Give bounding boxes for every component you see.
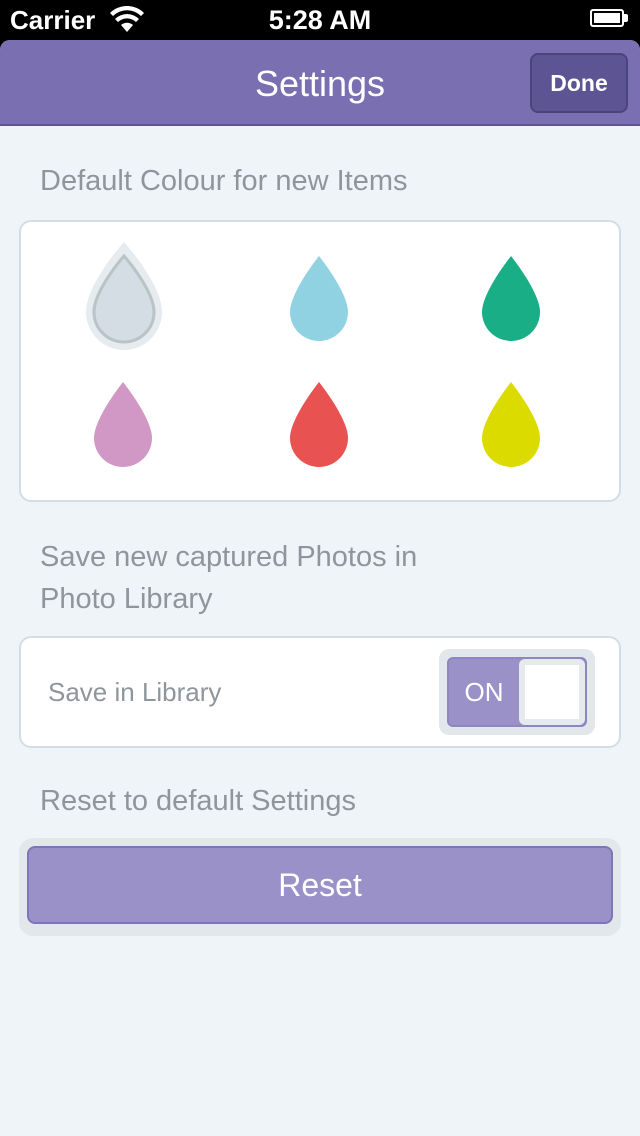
photo-section-header-line2: Photo Library xyxy=(40,583,213,615)
reset-button[interactable]: Reset xyxy=(27,846,613,924)
reset-button-container: Reset xyxy=(19,838,621,936)
photo-section-header: Save new captured Photos in Photo Librar… xyxy=(40,536,600,620)
toggle-track: ON xyxy=(447,657,587,727)
save-in-library-card: Save in Library ON xyxy=(19,636,621,748)
photo-section-header-line1: Save new captured Photos in xyxy=(40,541,418,573)
navigation-bar: Settings Done xyxy=(0,40,640,126)
swatch-pink-icon[interactable] xyxy=(92,380,154,470)
battery-icon xyxy=(590,9,630,29)
save-in-library-label: Save in Library xyxy=(48,677,222,707)
swatch-teal-icon[interactable] xyxy=(480,254,542,344)
colour-picker-card xyxy=(19,220,621,502)
toggle-state-label: ON xyxy=(464,677,504,707)
settings-screen: Settings Done Default Colour for new Ite… xyxy=(0,40,640,1136)
done-button[interactable]: Done xyxy=(530,53,628,113)
swatch-grey-icon[interactable] xyxy=(82,240,166,354)
swatch-light-blue-icon[interactable] xyxy=(288,254,350,344)
swatch-yellow-icon[interactable] xyxy=(480,380,542,470)
status-bar: Carrier 5:28 AM xyxy=(0,0,640,40)
status-time: 5:28 AM xyxy=(268,5,372,35)
reset-section-header: Reset to default Settings xyxy=(40,785,356,817)
colour-section-header: Default Colour for new Items xyxy=(40,165,408,197)
save-in-library-toggle[interactable]: ON xyxy=(439,649,595,735)
swatch-red-icon[interactable] xyxy=(288,380,350,470)
toggle-knob[interactable] xyxy=(519,659,585,725)
